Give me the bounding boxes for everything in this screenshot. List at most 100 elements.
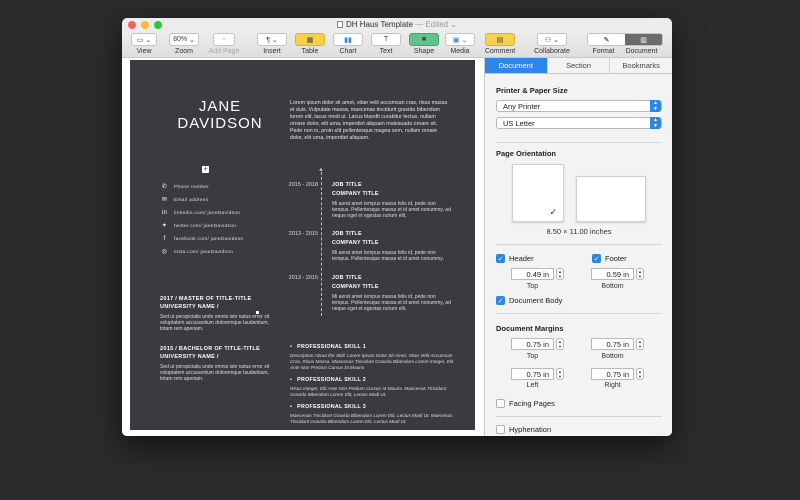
shape-icon[interactable]: ■ bbox=[409, 33, 439, 46]
document-title[interactable]: DH Haus Template — Edited ⌄ bbox=[122, 20, 672, 29]
collaborate-tool[interactable]: ⚇ ⌄ Collaborate bbox=[528, 33, 576, 55]
skill-item[interactable]: • PROFESSIONAL SKILL 3 Maecenas Tincidunt… bbox=[290, 404, 460, 425]
contact-email[interactable]: ✉ Email address bbox=[161, 194, 243, 207]
divider bbox=[496, 142, 662, 143]
contact-text: linkedin.com/ janeDavidson bbox=[174, 211, 241, 216]
job-date[interactable]: 2015 - 2018 bbox=[276, 182, 318, 188]
printer-select[interactable]: Any Printer ▲ ▼ bbox=[496, 100, 662, 112]
header-value-input[interactable]: 0.49 in bbox=[511, 268, 554, 280]
document-panel-icon[interactable]: ▥ bbox=[625, 34, 662, 45]
pages-window: DH Haus Template — Edited ⌄ ▭ ⌄ View 80%… bbox=[122, 18, 672, 436]
margin-right-label: Right bbox=[604, 382, 621, 389]
footer-checkbox[interactable]: ✓ Footer bbox=[592, 254, 627, 263]
zoom-tool[interactable]: 80% ⌄ Zoom bbox=[168, 33, 200, 55]
insert-label: Insert bbox=[263, 48, 281, 55]
hyphenation-checkbox[interactable]: Hyphenation bbox=[496, 425, 551, 434]
media-icon[interactable]: ▣ ⌄ bbox=[445, 33, 475, 46]
margin-left-stepper[interactable]: 0.75 in ▲ ▼ bbox=[511, 368, 564, 380]
resume-page[interactable]: JANE DAVIDSON Lorem ipsum dolor sit amet… bbox=[130, 60, 475, 430]
margin-right-stepper[interactable]: 0.75 in ▲ ▼ bbox=[591, 368, 644, 380]
bullet-icon: • bbox=[290, 377, 293, 383]
updown-arrows-icon: ▲ ▼ bbox=[650, 100, 661, 112]
stepper-arrows-icon[interactable]: ▲ ▼ bbox=[556, 338, 564, 350]
job-entry[interactable]: JOB TITLE COMPANY TITLE Mi aerat amet te… bbox=[332, 182, 452, 219]
document-canvas[interactable]: JANE DAVIDSON Lorem ipsum dolor sit amet… bbox=[122, 58, 484, 436]
margin-top-input[interactable]: 0.75 in bbox=[511, 338, 554, 350]
footer-stepper[interactable]: 0.59 in ▲ ▼ bbox=[591, 268, 644, 280]
stepper-arrows-icon[interactable]: ▲ ▼ bbox=[556, 368, 564, 380]
zoom-select[interactable]: 80% ⌄ bbox=[169, 33, 199, 46]
tab-section[interactable]: Section bbox=[548, 58, 611, 73]
shape-tool[interactable]: ■ Shape bbox=[408, 33, 440, 55]
job-entry[interactable]: JOB TITLE COMPANY TITLE Mi aerat amet te… bbox=[332, 275, 452, 312]
header-stepper[interactable]: 0.49 in ▲ ▼ bbox=[511, 268, 564, 280]
last-name[interactable]: DAVIDSON bbox=[160, 115, 280, 132]
chart-tool[interactable]: ▮▮ Chart bbox=[332, 33, 364, 55]
paper-size-select[interactable]: US Letter ▲ ▼ bbox=[496, 117, 662, 129]
contact-phone[interactable]: ✆ Phone number bbox=[161, 181, 243, 194]
inspector-toggle[interactable]: ✎ ▥ Format Document bbox=[587, 33, 663, 55]
paragraph-icon[interactable]: ¶ ⌄ bbox=[257, 33, 287, 46]
divider bbox=[496, 416, 662, 417]
contact-linkedin[interactable]: in linkedin.com/ janeDavidson bbox=[161, 207, 243, 220]
resume-name[interactable]: JANE DAVIDSON bbox=[160, 98, 280, 132]
margin-bottom-input[interactable]: 0.75 in bbox=[591, 338, 634, 350]
job-date[interactable]: 2013 - 2015 bbox=[276, 275, 318, 281]
contact-text: facebook.com/ janeDavidson bbox=[174, 237, 244, 242]
job-date[interactable]: 2013 - 2015 bbox=[276, 231, 318, 237]
margin-top-stepper[interactable]: 0.75 in ▲ ▼ bbox=[511, 338, 564, 350]
skill-description: Maecenas Tincidunt Gravida Bibendum Lore… bbox=[290, 413, 453, 424]
contact-text: twitter.com/ janeDavidson bbox=[174, 224, 237, 229]
tab-document[interactable]: Document bbox=[485, 58, 548, 73]
table-tool[interactable]: ▦ Table bbox=[294, 33, 326, 55]
portrait-orientation[interactable]: ✓ bbox=[512, 164, 564, 222]
footer-value-input[interactable]: 0.59 in bbox=[591, 268, 634, 280]
chart-icon[interactable]: ▮▮ bbox=[333, 33, 363, 46]
table-icon[interactable]: ▦ bbox=[295, 33, 325, 46]
education-entry[interactable]: 2015 / BACHELOR OF TITLE-TITLE UNIVERSIT… bbox=[160, 345, 280, 382]
facing-pages-checkbox[interactable]: Facing Pages bbox=[496, 399, 555, 408]
tab-bookmarks[interactable]: Bookmarks bbox=[610, 58, 672, 73]
contact-facebook[interactable]: f facebook.com/ janeDavidson bbox=[161, 233, 244, 246]
comment-icon[interactable]: ▤ bbox=[485, 33, 515, 46]
margin-right-input[interactable]: 0.75 in bbox=[591, 368, 634, 380]
skill-item[interactable]: • PROFESSIONAL SKILL 2 Risus Integer, Eli… bbox=[290, 377, 460, 398]
skill-item[interactable]: • PROFESSIONAL SKILL 1 Description About … bbox=[290, 344, 460, 371]
job-entry[interactable]: JOB TITLE COMPANY TITLE Mi aerat amet te… bbox=[332, 231, 452, 262]
degree-title: 2017 / MASTER OF TITLE-TITLE bbox=[160, 296, 252, 302]
text-icon[interactable]: T bbox=[371, 33, 401, 46]
add-page-label: Add Page bbox=[208, 48, 240, 55]
first-name[interactable]: JANE bbox=[160, 98, 280, 115]
landscape-orientation[interactable] bbox=[576, 176, 646, 222]
media-tool[interactable]: ▣ ⌄ Media bbox=[444, 33, 476, 55]
view-tool[interactable]: ▭ ⌄ View bbox=[130, 33, 158, 55]
add-object-icon[interactable]: + bbox=[202, 166, 209, 173]
contact-twitter[interactable]: ✦ twitter.com/ janeDavidson bbox=[161, 220, 243, 233]
selection-handle[interactable] bbox=[256, 311, 259, 314]
header-checkbox[interactable]: ✓ Header bbox=[496, 254, 534, 263]
margin-bottom-stepper[interactable]: 0.75 in ▲ ▼ bbox=[591, 338, 644, 350]
contact-text: Phone number bbox=[174, 185, 210, 190]
plus-icon[interactable]: + bbox=[213, 33, 235, 46]
stepper-arrows-icon[interactable]: ▲ ▼ bbox=[636, 268, 644, 280]
comment-tool[interactable]: ▤ Comment bbox=[482, 33, 518, 55]
format-document-segmented[interactable]: ✎ ▥ bbox=[587, 33, 663, 46]
document-body-checkbox[interactable]: ✓ Document Body bbox=[496, 296, 562, 305]
skill-description: Description About the Skill. Lorem Ipsum… bbox=[290, 353, 454, 370]
insert-tool[interactable]: ¶ ⌄ Insert bbox=[256, 33, 288, 55]
collaborate-icon[interactable]: ⚇ ⌄ bbox=[537, 33, 567, 46]
stepper-arrows-icon[interactable]: ▲ ▼ bbox=[636, 368, 644, 380]
paintbrush-icon[interactable]: ✎ bbox=[588, 34, 625, 45]
document-label: Document bbox=[625, 48, 658, 55]
education-entry[interactable]: 2017 / MASTER OF TITLE-TITLE UNIVERSITY … bbox=[160, 295, 280, 332]
text-tool[interactable]: T Text bbox=[370, 33, 402, 55]
bullet-icon: • bbox=[290, 404, 293, 410]
add-page-tool[interactable]: + Add Page bbox=[206, 33, 242, 55]
stepper-arrows-icon[interactable]: ▲ ▼ bbox=[556, 268, 564, 280]
intro-paragraph[interactable]: Lorem ipsum dolor sit amet, vitae velit … bbox=[290, 100, 450, 142]
stepper-arrows-icon[interactable]: ▲ ▼ bbox=[636, 338, 644, 350]
contact-instagram[interactable]: ◎ insta.com/ janeDavidson bbox=[161, 246, 243, 259]
margin-left-input[interactable]: 0.75 in bbox=[511, 368, 554, 380]
skill-description: Risus Integer, Elit Ante Non Pretium Cur… bbox=[290, 386, 447, 397]
view-icon[interactable]: ▭ ⌄ bbox=[131, 33, 157, 46]
